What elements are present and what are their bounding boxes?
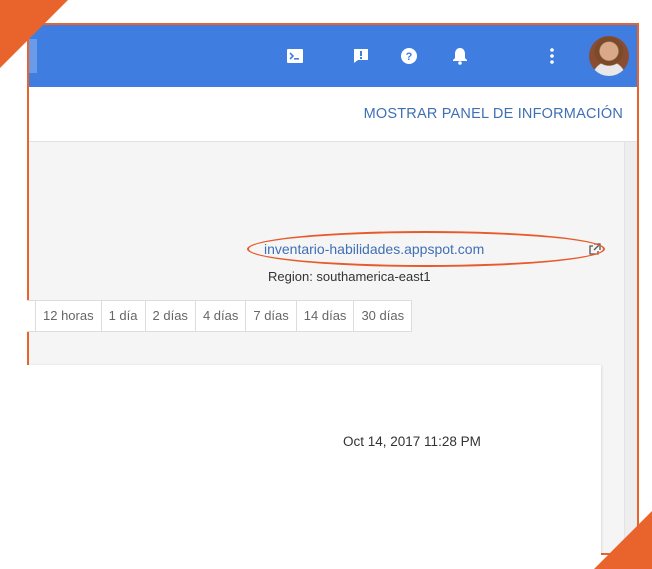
show-info-panel-button[interactable]: MOSTRAR PANEL DE INFORMACIÓN [364, 106, 623, 122]
svg-text:?: ? [406, 51, 413, 63]
bell-icon[interactable] [449, 45, 471, 67]
chart-card [27, 365, 601, 555]
time-range-30d[interactable]: 30 días [353, 301, 411, 331]
region-label: Region: southamerica-east1 [268, 269, 431, 284]
time-range-selector: 12 horas 1 día 2 días 4 días 7 días 14 d… [27, 300, 413, 332]
time-range-2d[interactable]: 2 días [144, 301, 195, 331]
cloud-shell-icon[interactable] [284, 45, 306, 67]
more-vert-icon[interactable] [541, 45, 563, 67]
chart-timestamp: Oct 14, 2017 11:28 PM [343, 434, 481, 449]
time-range-7d[interactable]: 7 días [245, 301, 295, 331]
info-panel-bar: MOSTRAR PANEL DE INFORMACIÓN [29, 87, 637, 142]
decorative-corner-bottom-right [594, 511, 652, 569]
time-range-14d[interactable]: 14 días [295, 301, 354, 331]
time-range-12h[interactable]: 12 horas [35, 301, 101, 331]
top-app-bar: ? [29, 25, 637, 87]
time-range-previous[interactable] [27, 301, 35, 331]
app-url-link[interactable]: inventario-habilidades.appspot.com [264, 241, 484, 257]
time-range-4d[interactable]: 4 días [194, 301, 245, 331]
help-icon[interactable]: ? [398, 45, 420, 67]
notifications-alert-icon[interactable] [350, 45, 372, 67]
decorative-corner-top-left [0, 0, 68, 68]
user-avatar[interactable] [589, 36, 629, 76]
time-range-1d[interactable]: 1 día [100, 301, 145, 331]
open-in-new-icon[interactable] [589, 242, 601, 260]
scrollbar[interactable] [624, 142, 637, 553]
